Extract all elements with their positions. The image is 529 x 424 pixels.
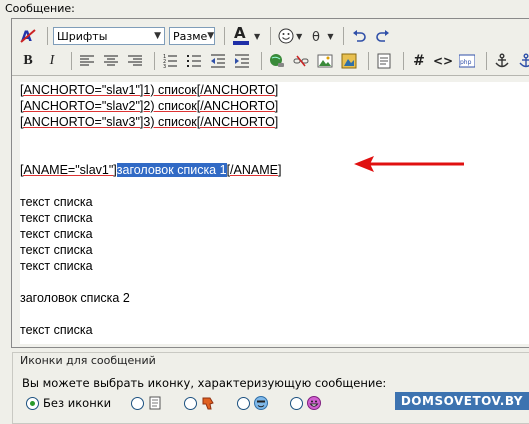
watermark: DOMSOVETOV.BY	[394, 392, 529, 410]
text-line: текст списка	[20, 195, 93, 209]
align-left-icon[interactable]	[77, 51, 97, 71]
font-family-value: Шрифты	[57, 29, 108, 43]
chevron-down-icon[interactable]: ▼	[254, 32, 260, 41]
anchorto-line-3: [ANCHORTO="slav3"]3) список[/ANCHORTO]	[20, 115, 279, 129]
anchor-icon[interactable]	[492, 51, 512, 71]
php-icon[interactable]: php	[457, 51, 477, 71]
chevron-down-icon: ▼	[154, 31, 161, 41]
thumbs-down-icon	[201, 396, 215, 410]
icon-radio[interactable]	[131, 396, 145, 410]
icon-radio-group: Без иконки	[26, 396, 343, 410]
aname-close-tag: [/ANAME]	[226, 163, 282, 177]
numbered-list-icon[interactable]: 123	[160, 51, 180, 71]
svg-text:3: 3	[163, 64, 166, 68]
anchor-link-icon[interactable]	[516, 51, 529, 71]
svg-text:θ: θ	[312, 30, 320, 44]
icon-radio[interactable]	[290, 396, 304, 410]
aname-open-tag: [ANAME="slav1"]	[20, 163, 117, 177]
toolbar-separator	[154, 52, 155, 70]
font-size-value: Разме	[173, 29, 208, 43]
icon-radio[interactable]	[184, 396, 198, 410]
align-center-icon[interactable]	[101, 51, 121, 71]
text-color-button[interactable]: A	[230, 24, 252, 46]
smiley-icon[interactable]	[276, 26, 296, 46]
no-icon-label: Без иконки	[43, 396, 112, 410]
toolbar-separator	[270, 27, 272, 45]
indent-icon[interactable]	[232, 51, 252, 71]
message-editor: A Шрифты▼ Разме▼ A ▼ ▼ θ ▼ B I 123	[11, 18, 529, 348]
red-arrow-icon	[354, 156, 464, 172]
toolbar-separator	[71, 52, 72, 70]
toolbar-separator	[47, 27, 48, 45]
code-icon[interactable]: <>	[433, 51, 453, 71]
document-icon	[148, 396, 162, 410]
laughing-smiley-icon	[307, 396, 322, 410]
bullet-list-icon[interactable]	[184, 51, 204, 71]
selected-text: заголовок списка 1	[116, 163, 227, 177]
anchorto-line-1: [ANCHORTO="slav1"]1) список[/ANCHORTO]	[20, 83, 279, 97]
svg-text:php: php	[460, 59, 472, 66]
toolbar-separator	[486, 52, 487, 70]
cool-smiley-icon	[254, 396, 269, 410]
anchorto-line-2: [ANCHORTO="slav2"]2) список[/ANCHORTO]	[20, 99, 279, 113]
chevron-down-icon: ▼	[207, 31, 215, 41]
toolbar-separator	[261, 52, 262, 70]
insert-media-icon[interactable]	[339, 51, 359, 71]
toolbar-separator	[224, 27, 225, 45]
font-family-select[interactable]: Шрифты ▼	[53, 27, 165, 45]
special-char-icon[interactable]: θ	[307, 26, 327, 46]
message-label: Сообщение:	[5, 2, 75, 15]
text-line: [ANCHORTO="slav2"]2) список[/ANCHORTO]	[20, 98, 529, 114]
remove-format-icon[interactable]: A	[18, 26, 38, 46]
quote-icon[interactable]	[374, 51, 394, 71]
no-icon-radio[interactable]	[26, 396, 39, 410]
insert-link-icon[interactable]	[267, 51, 287, 71]
chevron-down-icon[interactable]: ▼	[296, 32, 302, 41]
align-right-icon[interactable]	[125, 51, 145, 71]
italic-button[interactable]: I	[42, 51, 62, 71]
toolbar-separator	[343, 27, 345, 45]
editor-toolbar: A Шрифты▼ Разме▼ A ▼ ▼ θ ▼ B I 123	[12, 19, 529, 76]
toolbar-separator	[403, 52, 404, 70]
toolbar-separator	[368, 52, 369, 70]
text-line: [ANCHORTO="slav3"]3) список[/ANCHORTO]	[20, 114, 529, 130]
text-color-letter: A	[234, 24, 246, 42]
text-line: текст списка	[20, 211, 93, 225]
font-size-select[interactable]: Разме ▼	[169, 27, 215, 45]
text-line: заголовок списка 2	[20, 291, 130, 305]
icon-radio[interactable]	[237, 396, 251, 410]
chevron-down-icon[interactable]: ▼	[327, 32, 333, 41]
text-color-swatch	[233, 41, 249, 45]
text-line: текст списка	[20, 227, 93, 241]
icons-hint: Вы можете выбрать иконку, характеризующу…	[22, 376, 387, 390]
remove-link-icon[interactable]	[291, 51, 311, 71]
text-line: текст списка	[20, 323, 93, 337]
outdent-icon[interactable]	[208, 51, 228, 71]
insert-image-icon[interactable]	[315, 51, 335, 71]
hash-icon[interactable]: #	[409, 51, 429, 71]
undo-icon[interactable]	[349, 26, 369, 46]
text-line: [ANCHORTO="slav1"]1) список[/ANCHORTO]	[20, 82, 529, 98]
redo-icon[interactable]	[373, 26, 393, 46]
bold-button[interactable]: B	[18, 51, 38, 71]
text-line: текст списка	[20, 243, 93, 257]
icons-legend: Иконки для сообщений	[18, 354, 158, 367]
message-textarea[interactable]: [ANCHORTO="slav1"]1) список[/ANCHORTO] […	[20, 82, 529, 344]
text-line: текст списка	[20, 259, 93, 273]
